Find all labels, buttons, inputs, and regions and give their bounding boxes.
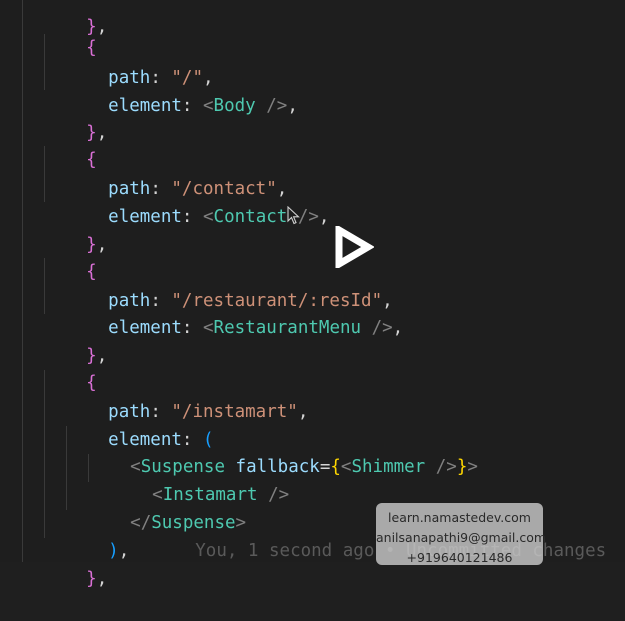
tag-open: <: [203, 318, 214, 338]
component-name: Contact: [213, 207, 288, 227]
tag-close: />: [425, 457, 457, 477]
colon: :: [181, 96, 203, 116]
code-line[interactable]: },: [44, 91, 107, 143]
play-icon[interactable]: [334, 226, 374, 268]
comma: ,: [96, 123, 108, 143]
mouse-cursor-icon: [287, 206, 300, 225]
code-line[interactable]: {: [44, 341, 97, 393]
equals-sign: =: [319, 457, 331, 477]
colon: :: [181, 207, 203, 227]
component-name: Shimmer: [351, 457, 426, 477]
indent-guide: [22, 0, 23, 562]
comma: ,: [96, 235, 108, 255]
code-line[interactable]: element: (: [66, 398, 213, 450]
close-paren: ): [108, 541, 119, 561]
code-line[interactable]: path: "/instamart",: [66, 370, 308, 422]
code-line[interactable]: element: <Contact />,: [66, 175, 329, 227]
property-key: element: [108, 207, 182, 227]
code-editor[interactable]: }, { path: "/", element: <Body />, }, { …: [0, 0, 625, 589]
comma: ,: [96, 346, 108, 366]
code-line[interactable]: {: [44, 118, 97, 170]
watermark-email: anilsanapathi9@gmail.com: [376, 530, 547, 545]
tag-close: />: [361, 318, 393, 338]
tag-open: <: [203, 207, 214, 227]
watermark-site: learn.namastedev.com: [388, 510, 531, 525]
tag-open: <: [340, 457, 352, 477]
watermark-box: learn.namastedev.com anilsanapathi9@gmai…: [376, 503, 547, 565]
property-key: element: [108, 318, 182, 338]
comma: ,: [118, 541, 130, 561]
code-line[interactable]: path: "/",: [66, 36, 213, 88]
code-line[interactable]: {: [44, 230, 97, 282]
comma: ,: [287, 96, 298, 116]
code-line[interactable]: path: "/contact",: [66, 147, 287, 199]
code-line[interactable]: <Instamart />: [110, 453, 289, 505]
code-line[interactable]: },: [44, 537, 107, 589]
comma: ,: [318, 207, 330, 227]
colon: :: [181, 318, 203, 338]
code-line[interactable]: </Suspense>: [88, 481, 246, 533]
tag-close: />: [257, 485, 290, 505]
watermark-phone: +919640121486: [406, 550, 513, 565]
code-line[interactable]: {: [44, 6, 97, 58]
comma: ,: [96, 17, 108, 37]
tag-close: />: [255, 96, 288, 116]
comma: ,: [297, 402, 309, 422]
component-name: Body: [213, 96, 256, 116]
code-line[interactable]: element: <Body />,: [66, 64, 298, 116]
closing-brace: }: [86, 569, 97, 589]
code-line[interactable]: <Suspense fallback={<Shimmer />}>: [88, 425, 478, 477]
comma: ,: [96, 569, 108, 589]
comma: ,: [392, 318, 404, 338]
tag-open: <: [203, 96, 214, 116]
code-line[interactable]: },: [44, 203, 107, 255]
component-name: RestaurantMenu: [213, 318, 362, 338]
property-key: element: [108, 96, 182, 116]
jsx-brace: {: [330, 457, 341, 477]
tag-end: >: [467, 457, 478, 477]
jsx-brace: }: [456, 457, 468, 477]
code-line[interactable]: },: [44, 314, 107, 366]
code-line[interactable]: element: <RestaurantMenu />,: [66, 286, 403, 338]
